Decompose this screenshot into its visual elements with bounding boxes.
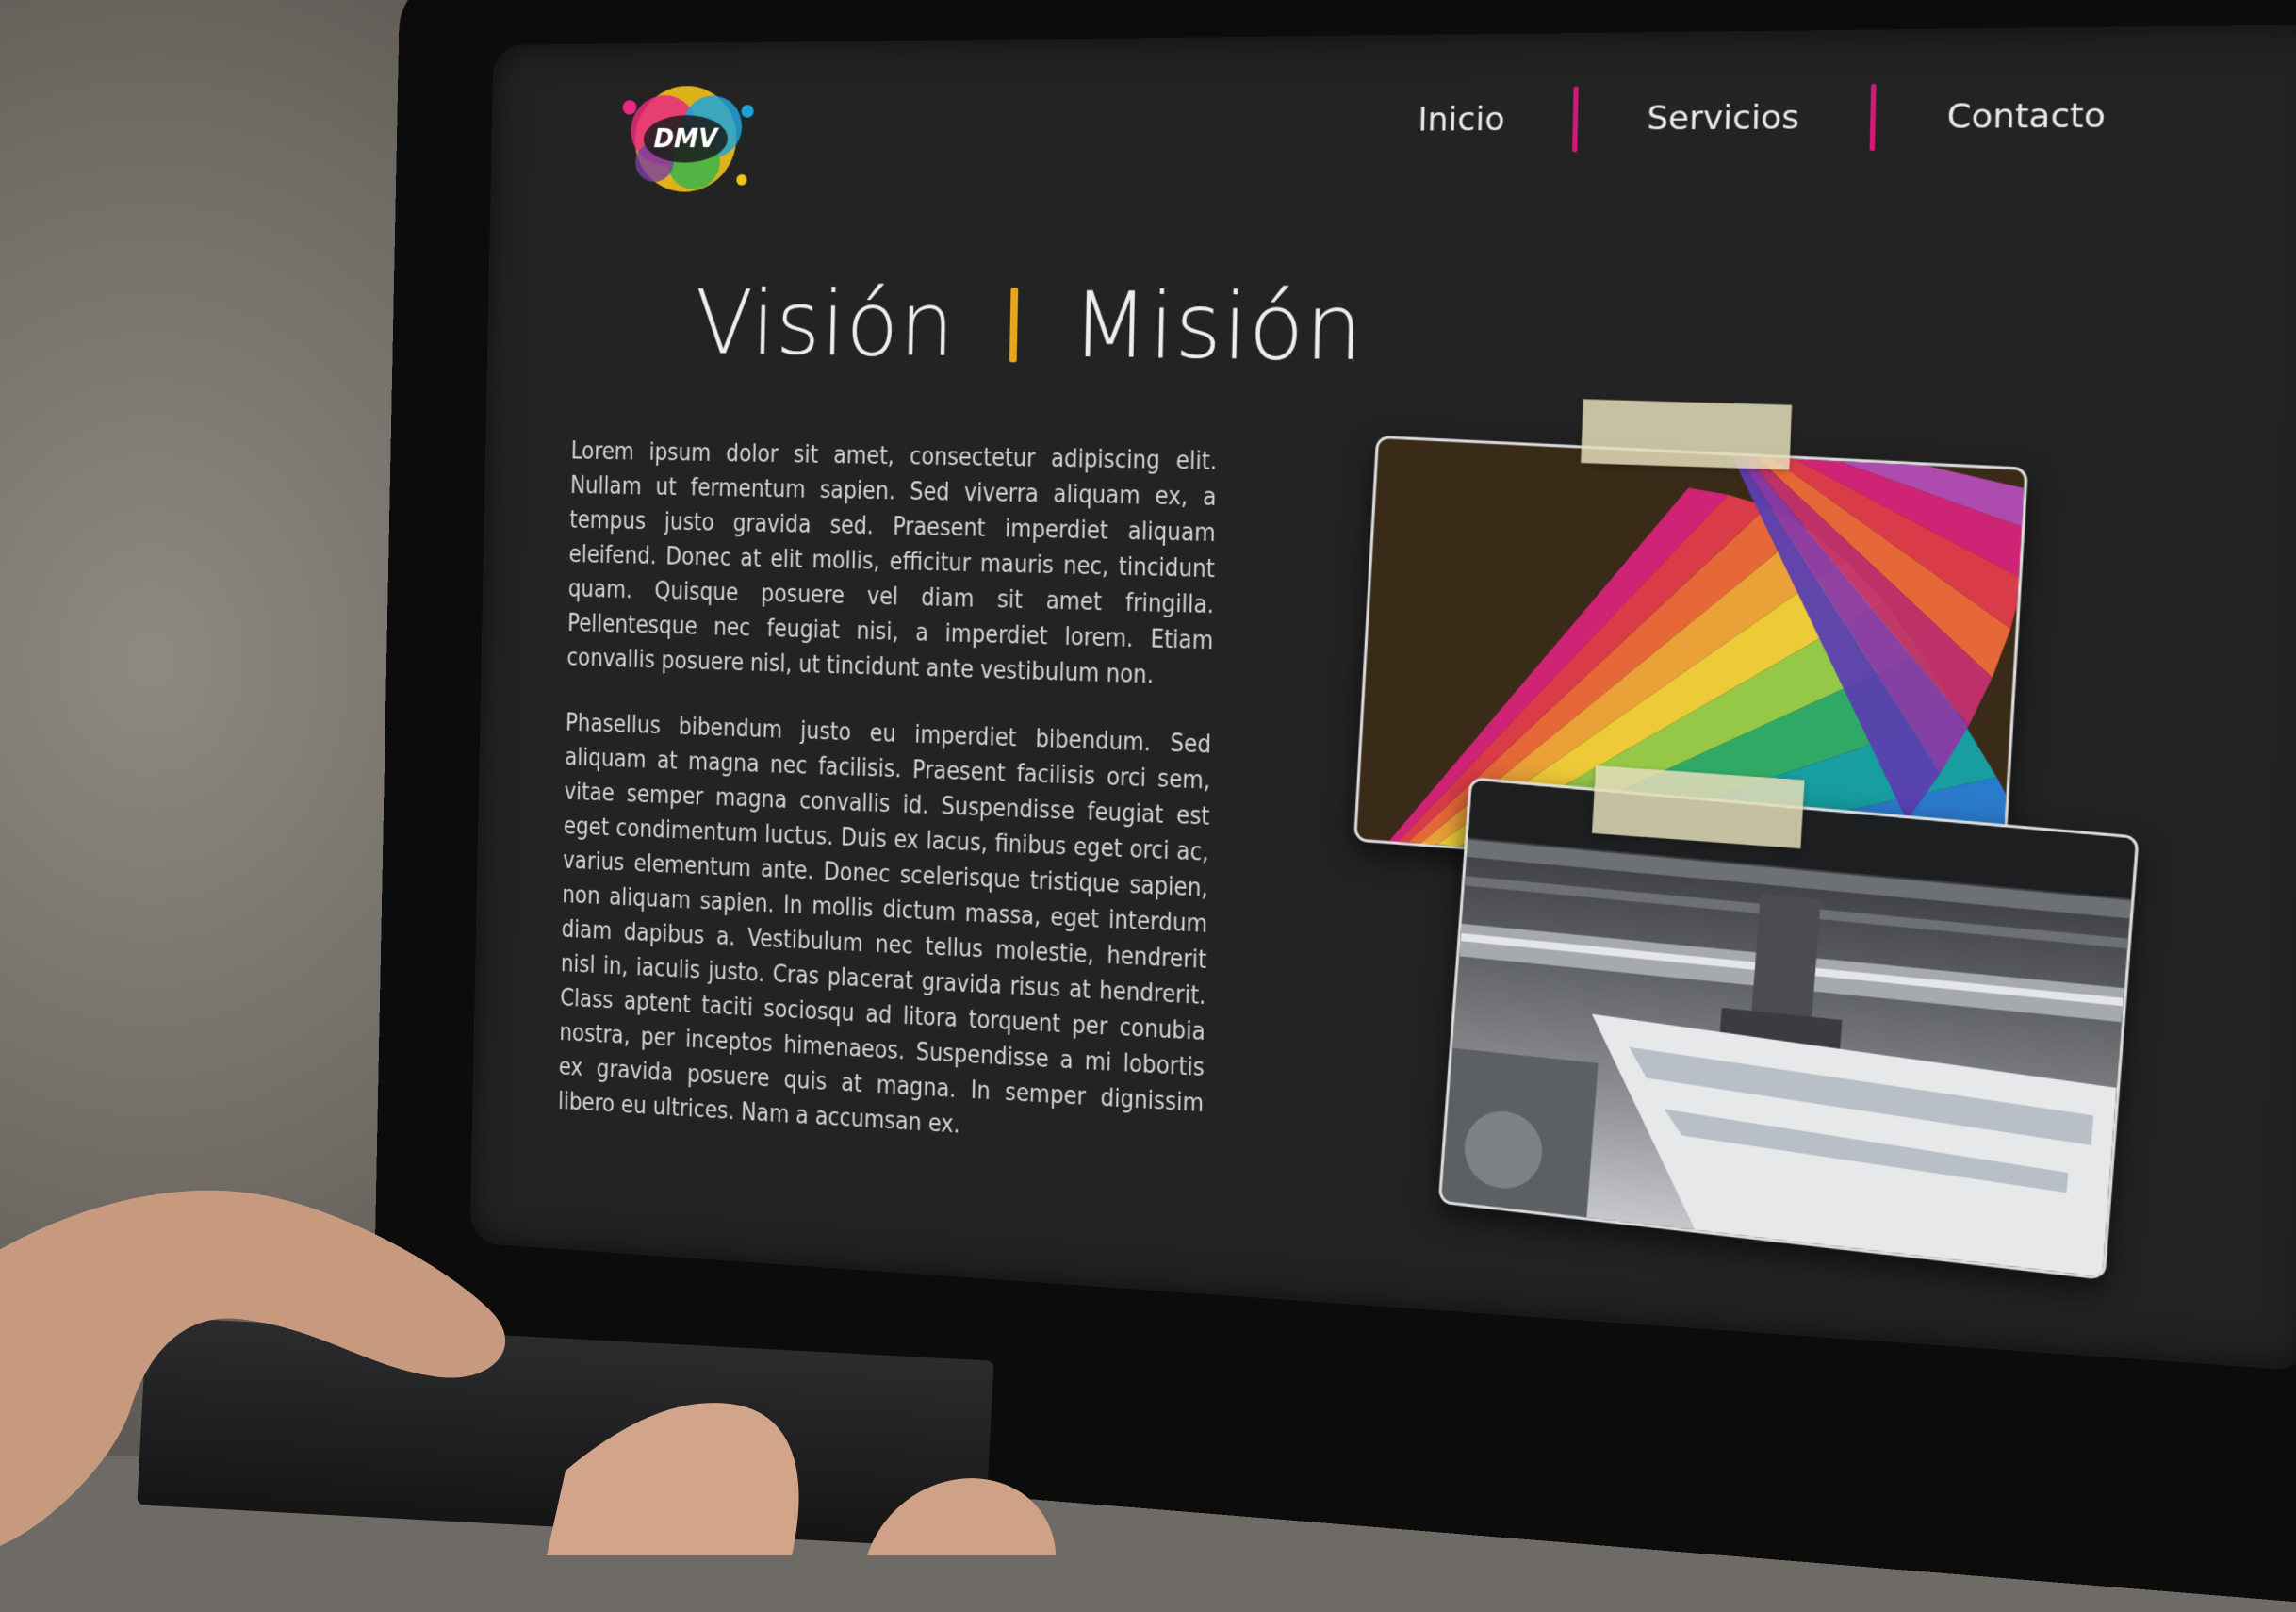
printing-press-photo — [1437, 777, 2140, 1280]
nav-link-contacto[interactable]: Contacto — [1875, 95, 2179, 137]
title-separator — [1009, 288, 1018, 363]
title-vision: Visión — [694, 271, 957, 377]
content-text: Lorem ipsum dolor sit amet, consectetur … — [557, 434, 1218, 1190]
paragraph-2: Phasellus bibendum justo eu imperdiet bi… — [557, 709, 1212, 1140]
nav-link-servicios[interactable]: Servicios — [1578, 98, 1871, 139]
logo-text: DMV — [653, 124, 719, 154]
page-title: Visión Misión — [694, 271, 1365, 381]
paragraph-1: Lorem ipsum dolor sit amet, consectetur … — [566, 437, 1218, 690]
title-mision: Misión — [1071, 272, 1366, 382]
main-nav: Inicio Servicios Contacto — [1351, 81, 2180, 153]
paint-splash-logo[interactable]: DMV — [601, 70, 770, 207]
tape-strip — [1581, 399, 1793, 470]
nav-link-inicio[interactable]: Inicio — [1351, 100, 1574, 140]
user-hands — [0, 1190, 1056, 1555]
